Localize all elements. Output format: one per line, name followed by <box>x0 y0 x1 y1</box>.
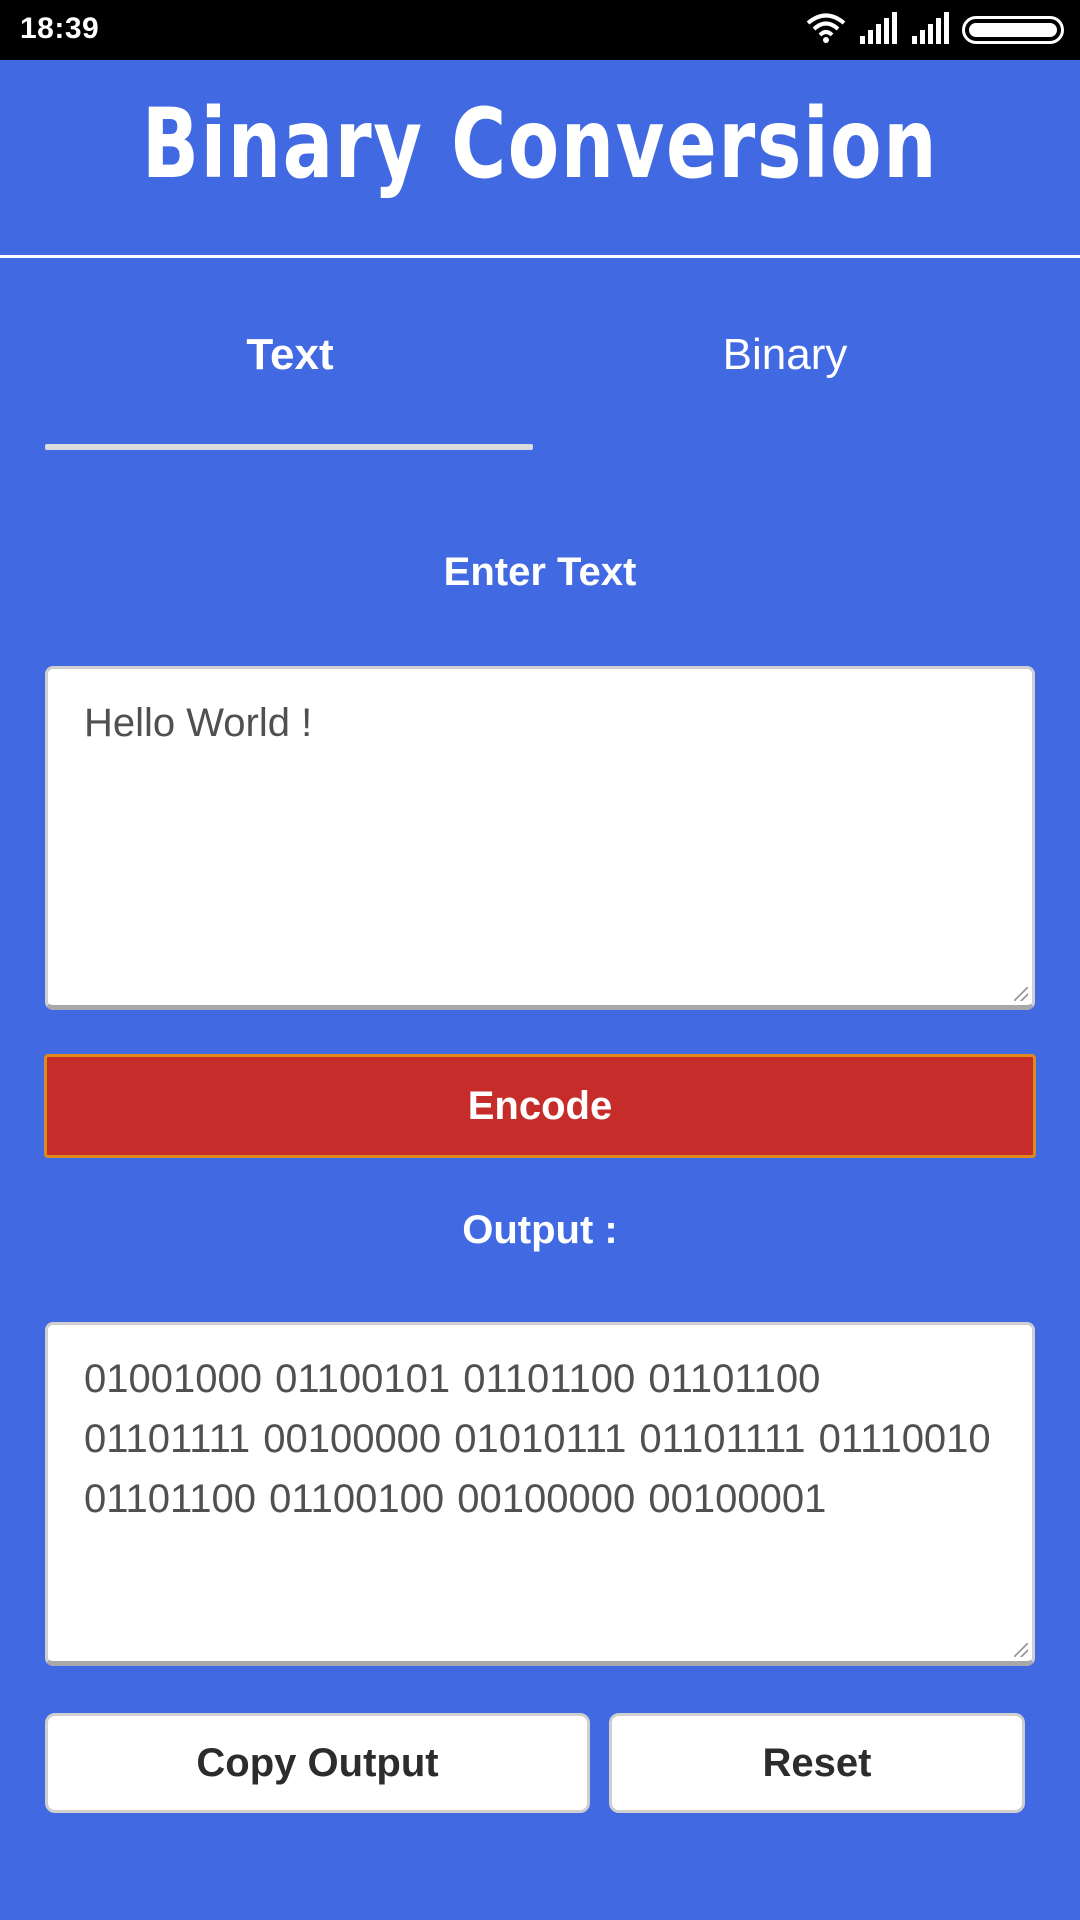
output-value: 01001000 01100101 01101100 01101100 0110… <box>84 1357 991 1521</box>
text-input[interactable]: Hello World ! <box>45 666 1035 1010</box>
tab-indicator <box>45 444 533 450</box>
encode-button[interactable]: Encode <box>44 1054 1036 1158</box>
tab-text[interactable]: Text <box>45 330 535 380</box>
header-divider <box>0 255 1080 258</box>
signal-icon <box>858 11 898 49</box>
status-bar: 18:39 <box>0 0 1080 60</box>
reset-button[interactable]: Reset <box>609 1713 1025 1813</box>
tab-binary[interactable]: Binary <box>540 330 1030 380</box>
output-label: Output : <box>462 1208 618 1252</box>
text-input-value: Hello World ! <box>84 701 313 745</box>
resize-handle-icon[interactable] <box>1014 1643 1028 1657</box>
wifi-icon <box>806 12 846 49</box>
app-title: Binary Conversion <box>141 88 939 200</box>
resize-handle-icon[interactable] <box>1014 987 1028 1001</box>
battery-icon <box>962 16 1064 44</box>
app-header: Binary Conversion <box>0 60 1080 256</box>
status-time: 18:39 <box>20 12 100 45</box>
signal-icon <box>910 11 950 49</box>
enter-text-label: Enter Text <box>443 550 637 594</box>
output-box[interactable]: 01001000 01100101 01101100 01101100 0110… <box>45 1322 1035 1666</box>
copy-output-button[interactable]: Copy Output <box>45 1713 590 1813</box>
status-icons <box>806 11 1064 49</box>
